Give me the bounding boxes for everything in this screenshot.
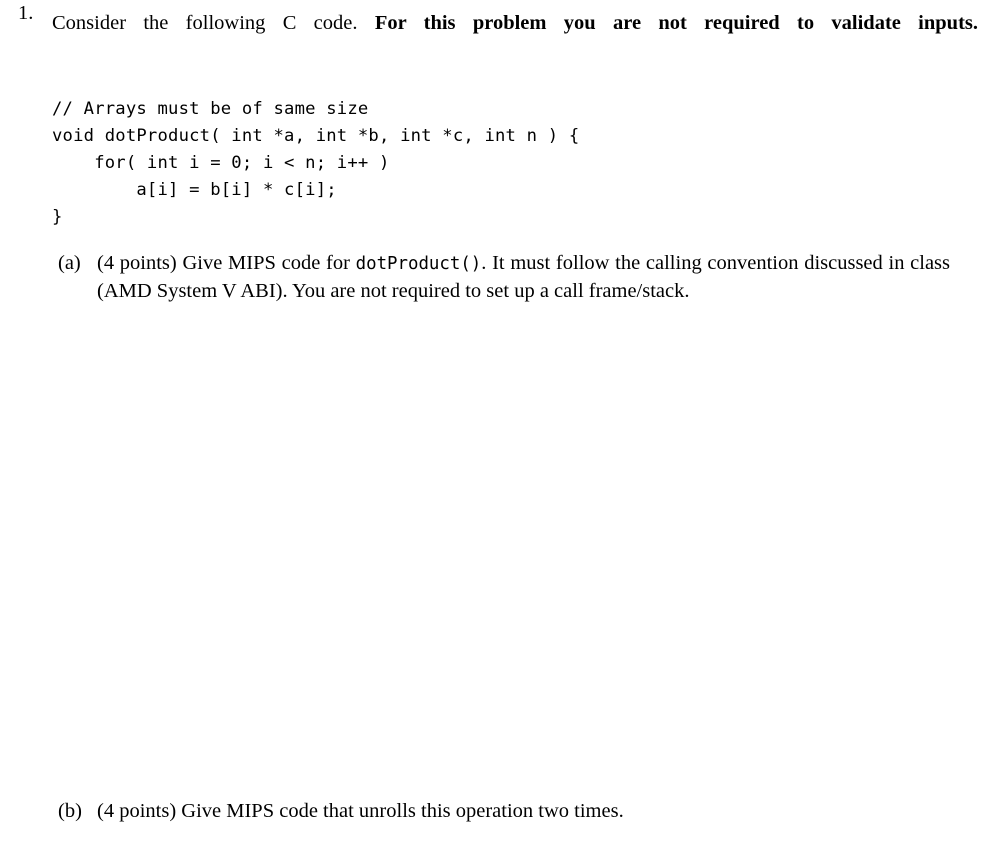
problem-stem-normal: Consider the following C code. [52, 12, 375, 34]
subpart-a-text-before-code: Give MIPS code for [176, 252, 356, 274]
subpart-b-marker: (b) [58, 800, 82, 822]
exam-page: 1. Consider the following C code. For th… [0, 0, 1002, 841]
subpart-b-text: (4 points) Give MIPS code that unrolls t… [97, 798, 950, 825]
subpart-b: (b) (4 points) Give MIPS code that unrol… [0, 798, 1002, 825]
problem-stem-text: Consider the following C code. For this … [52, 0, 978, 64]
subpart-a-body: (a) (4 points) Give MIPS code for dotPro… [0, 250, 1002, 305]
answer-space-a [97, 312, 950, 790]
problem-1: 1. Consider the following C code. For th… [0, 0, 1002, 64]
subpart-a-inline-code: dotProduct() [355, 254, 482, 274]
subpart-b-points: (4 points) [97, 800, 177, 822]
subpart-a-points: (4 points) [97, 252, 177, 274]
subpart-b-text-body: Give MIPS code that unrolls this operati… [176, 800, 624, 822]
c-code-listing: // Arrays must be of same size void dotP… [52, 99, 580, 227]
problem-stem-row: 1. Consider the following C code. For th… [0, 0, 1002, 64]
subpart-a: (a) (4 points) Give MIPS code for dotPro… [0, 250, 1002, 305]
problem-stem-bold: For this problem you are not required to… [374, 12, 979, 34]
subpart-a-marker: (a) [58, 252, 81, 274]
subpart-a-text: (4 points) Give MIPS code for dotProduct… [97, 250, 950, 305]
problem-number: 1. [18, 2, 34, 24]
subpart-b-body: (b) (4 points) Give MIPS code that unrol… [0, 798, 1002, 825]
